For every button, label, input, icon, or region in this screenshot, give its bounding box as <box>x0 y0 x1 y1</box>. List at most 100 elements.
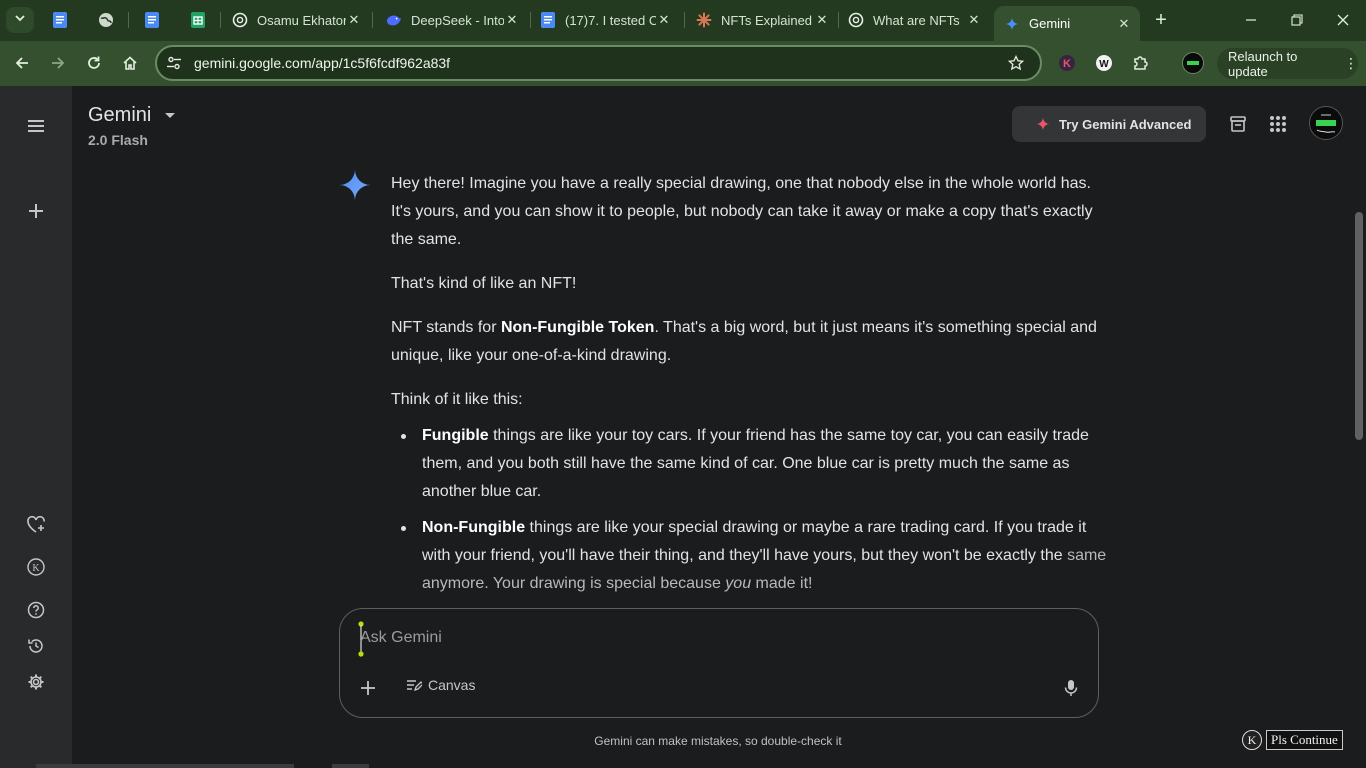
tab-label: DeepSeek - Into <box>411 12 504 28</box>
minimize-button[interactable] <box>1228 0 1274 40</box>
pls-continue-widget: K Pls Continue <box>1242 730 1343 750</box>
claude-icon <box>696 12 712 28</box>
archive-icon[interactable] <box>1226 112 1250 136</box>
close-icon[interactable]: ✕ <box>1116 16 1132 32</box>
gemini-response: Hey there! Imagine you have a really spe… <box>391 170 1111 606</box>
app-title: Gemini <box>88 104 152 126</box>
pls-continue-button[interactable]: Pls Continue <box>1266 730 1343 750</box>
chevron-down-icon <box>14 11 26 29</box>
close-icon[interactable]: ✕ <box>656 12 672 28</box>
tab-pinned-docs-1[interactable] <box>42 6 78 34</box>
svg-text:K: K <box>1063 58 1071 70</box>
apps-grid-icon[interactable] <box>1266 112 1290 136</box>
microphone-icon[interactable] <box>1059 676 1083 700</box>
response-paragraph: That's kind of like an NFT! <box>391 275 577 292</box>
google-sheets-icon <box>190 12 206 28</box>
deepseek-icon <box>386 12 402 28</box>
canvas-label: Canvas <box>428 677 476 693</box>
bullet-list: Fungible things are like your toy cars. … <box>391 422 1111 598</box>
more-vert-icon: ⋮ <box>1344 55 1358 71</box>
chatgpt-icon <box>232 12 248 28</box>
site-info-icon[interactable] <box>166 55 184 71</box>
tab-pinned-globe[interactable] <box>88 6 124 34</box>
browser-toolbar: gemini.google.com/app/1c5f6fcdf962a83f K… <box>0 41 1366 86</box>
menu-icon[interactable] <box>24 114 48 138</box>
prompt-composer: Ask Gemini Canvas <box>339 608 1099 718</box>
model-name: 2.0 Flash <box>88 132 148 148</box>
tab-search-button[interactable] <box>6 7 34 33</box>
settings-gear-icon[interactable] <box>24 670 48 694</box>
try-gemini-advanced-button[interactable]: Try Gemini Advanced <box>1012 106 1206 142</box>
add-files-button[interactable] <box>356 676 380 700</box>
tab-label: Osamu Ekhator <box>257 12 346 28</box>
wordtune-extension-icon[interactable]: W <box>1093 52 1115 74</box>
reload-button[interactable] <box>80 49 108 77</box>
activity-history-icon[interactable] <box>24 634 48 658</box>
help-icon[interactable] <box>24 598 48 622</box>
tab-nfts-explained[interactable]: NFTs Explained ✕ <box>686 6 838 34</box>
tab-label: What are NFTs <box>873 12 960 28</box>
tab-17-tested[interactable]: (17)7. I tested C ✕ <box>530 6 680 34</box>
caret-down-icon <box>165 113 176 118</box>
restore-button[interactable] <box>1274 0 1320 40</box>
response-paragraph: NFT stands for Non-Fungible Token. That'… <box>391 319 1097 364</box>
advanced-label: Try Gemini Advanced <box>1059 116 1192 132</box>
close-window-button[interactable] <box>1320 0 1366 40</box>
tab-osamu[interactable]: Osamu Ekhator ✕ <box>222 6 370 34</box>
close-icon[interactable]: ✕ <box>346 12 362 28</box>
new-tab-button[interactable]: + <box>1150 9 1172 31</box>
list-item: Non-Fungible things are like your specia… <box>401 514 1111 598</box>
profile-avatar-icon[interactable] <box>1182 52 1204 74</box>
canvas-icon <box>406 678 422 692</box>
kahf-extension-icon[interactable]: K <box>1056 52 1078 74</box>
canvas-button[interactable]: Canvas <box>406 677 475 693</box>
main-content: Gemini 2.0 Flash Try Gemini Advanced Hey… <box>72 86 1366 768</box>
close-icon[interactable]: ✕ <box>504 12 520 28</box>
account-avatar[interactable] <box>1309 106 1343 140</box>
home-button[interactable] <box>116 49 144 77</box>
tab-label: (17)7. I tested C <box>565 12 656 28</box>
google-docs-icon <box>540 12 556 28</box>
relaunch-label: Relaunch to update <box>1228 48 1298 79</box>
tab-deepseek[interactable]: DeepSeek - Into ✕ <box>376 6 528 34</box>
browser-tabstrip: Osamu Ekhator ✕ DeepSeek - Into ✕ (17)7.… <box>0 0 1366 41</box>
disclaimer-text: Gemini can make mistakes, so double-chec… <box>594 734 842 748</box>
relaunch-to-update-button[interactable]: Relaunch to update ⋮ <box>1217 48 1358 79</box>
scrollbar-thumb[interactable] <box>1355 212 1363 440</box>
new-chat-plus-icon[interactable] <box>24 199 48 223</box>
svg-text:K: K <box>32 563 40 574</box>
sparkle-icon <box>1036 117 1050 131</box>
kahf-badge-icon: K <box>1242 730 1262 750</box>
model-switcher[interactable]: Gemini 2.0 Flash <box>88 104 176 148</box>
tab-what-are-nfts[interactable]: What are NFTs ✕ <box>838 6 990 34</box>
response-paragraph: Hey there! Imagine you have a really spe… <box>391 175 1093 248</box>
tab-pinned-sheets[interactable] <box>180 6 216 34</box>
close-icon[interactable]: ✕ <box>966 12 982 28</box>
tab-pinned-docs-2[interactable] <box>134 6 170 34</box>
tab-label: Gemini <box>1029 16 1071 31</box>
chatgpt-icon <box>848 12 864 28</box>
prompt-input[interactable]: Ask Gemini <box>360 629 442 647</box>
list-item: Fungible things are like your toy cars. … <box>401 422 1111 506</box>
tab-gemini-active[interactable]: Gemini ✕ <box>994 6 1140 41</box>
close-icon[interactable]: ✕ <box>814 12 830 28</box>
gem-manager-icon[interactable] <box>24 513 48 537</box>
kahf-k-icon[interactable]: K <box>24 555 48 579</box>
horizontal-scroll-segment <box>332 764 369 768</box>
gemini-icon <box>1004 16 1020 32</box>
sidebar: K <box>0 86 72 768</box>
svg-text:W: W <box>1099 59 1109 70</box>
forward-button[interactable] <box>44 49 72 77</box>
tab-label: NFTs Explained <box>721 12 813 28</box>
google-docs-icon <box>52 12 68 28</box>
gemini-response-icon <box>339 169 371 206</box>
bookmark-star-icon[interactable] <box>1004 55 1028 71</box>
url-text: gemini.google.com/app/1c5f6fcdf962a83f <box>194 55 451 71</box>
back-button[interactable] <box>8 49 36 77</box>
globe-icon <box>98 12 114 28</box>
google-docs-icon <box>144 12 160 28</box>
horizontal-scroll-track <box>36 764 294 768</box>
address-bar[interactable]: gemini.google.com/app/1c5f6fcdf962a83f <box>155 45 1042 81</box>
extensions-puzzle-icon[interactable] <box>1130 52 1152 74</box>
response-paragraph: Think of it like this: <box>391 391 523 408</box>
